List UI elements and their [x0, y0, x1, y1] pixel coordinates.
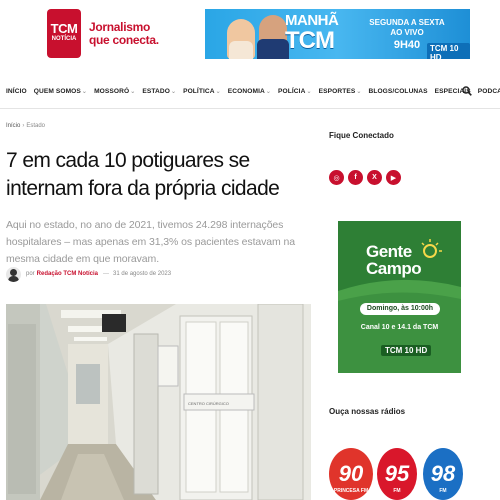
ad-channel: Canal 10 e 14.1 da TCM: [360, 324, 439, 331]
main-nav: INÍCIO QUEM SOMOS⌄ MOSSORÓ⌄ ESTADO⌄ POLÍTICA…: [0, 74, 500, 109]
nav-item-label: POLÍCIA: [278, 87, 306, 95]
nav-item-label: MOSSORÓ: [94, 87, 130, 95]
radio-number: 95: [384, 461, 410, 486]
facebook-icon[interactable]: f: [348, 170, 363, 185]
chevron-down-icon: ⌄: [215, 88, 221, 95]
hospital-corridor-image: CENTRO CIRÚRGICO: [6, 304, 311, 500]
byline-prefix: por: [26, 271, 35, 277]
radio-number: 90: [338, 461, 364, 486]
nav-item-1[interactable]: QUEM SOMOS⌄: [34, 88, 87, 95]
tagline-line-2: que conecta.: [89, 33, 159, 47]
article-subtitle: Aqui no estado, no ano de 2021, tivemos …: [6, 219, 295, 265]
article-date: 31 de agosto de 2023: [113, 271, 172, 277]
meta-separator: —: [103, 271, 110, 277]
chevron-down-icon: ⌄: [265, 88, 272, 95]
nav-item-2[interactable]: MOSSORÓ⌄: [94, 88, 135, 95]
radio-logos: 90 PRINCESA FM 95 FM 98 FM: [329, 448, 500, 500]
nav-item-0[interactable]: INÍCIO: [6, 88, 27, 95]
social-links: ◎ f X ▶: [329, 170, 405, 185]
article-title: 7 em cada 10 potiguares se internam fora…: [6, 149, 280, 200]
nav-item-label: QUEM SOMOS: [33, 87, 81, 95]
nav-item-6[interactable]: POLÍCIA⌄: [278, 88, 312, 95]
search-icon[interactable]: [462, 86, 472, 96]
article-meta: por Redação TCM Notícia — 31 de agosto d…: [6, 265, 171, 283]
nav-item-10[interactable]: PODCASTS: [478, 88, 500, 95]
banner-channel: TCM 10 HD: [427, 43, 470, 59]
nav-items: INÍCIO QUEM SOMOS⌄ MOSSORÓ⌄ ESTADO⌄ POLÍTICA…: [6, 74, 500, 108]
chevron-down-icon: ⌄: [356, 88, 362, 95]
banner-hosts-image: [227, 15, 289, 59]
nav-item-3[interactable]: ESTADO⌄: [142, 88, 176, 95]
nav-item-label: BLOGS/COLUNAS: [368, 87, 428, 95]
breadcrumb-current[interactable]: Estado: [26, 123, 45, 129]
header-banner-ad[interactable]: MANHÃ TCM SEGUNDA A SEXTA AO VIVO 9H40 T…: [205, 9, 470, 59]
nav-item-7[interactable]: ESPORTES⌄: [319, 88, 362, 95]
banner-live: AO VIVO: [390, 28, 424, 37]
sidebar-radios-title: Ouça nossas rádios: [329, 407, 406, 416]
nav-item-label: ESPORTES: [318, 87, 356, 95]
ad-title-line-2: Campo: [366, 259, 422, 278]
x-icon[interactable]: X: [367, 170, 382, 185]
youtube-icon[interactable]: ▶: [386, 170, 401, 185]
breadcrumb-separator: ›: [22, 123, 25, 129]
radio-name: PRINCESA FM: [333, 488, 369, 494]
nav-item-8[interactable]: BLOGS/COLUNAS: [368, 88, 427, 95]
nav-item-label: PODCASTS: [477, 87, 500, 95]
radio-logo-2[interactable]: 98 FM: [423, 448, 463, 500]
nav-item-label: ESTADO: [142, 87, 170, 95]
sidebar-ad-gente-campo[interactable]: Gente Campo Domingo, às 10:00h Canal 10 …: [338, 221, 461, 373]
logo-main: TCM: [50, 21, 78, 36]
radio-name: FM: [439, 488, 447, 494]
breadcrumb-home[interactable]: Início: [6, 123, 20, 129]
ad-title-line-1: Gente: [366, 242, 412, 261]
radio-name: FM: [393, 488, 401, 494]
chevron-down-icon: ⌄: [170, 88, 177, 95]
nav-item-5[interactable]: ECONOMIA⌄: [228, 88, 271, 95]
logo-sub: NOTÍCIA: [51, 36, 77, 42]
nav-item-4[interactable]: POLÍTICA⌄: [183, 88, 221, 95]
instagram-icon[interactable]: ◎: [329, 170, 344, 185]
nav-item-label: ECONOMIA: [227, 87, 265, 95]
site-header: TCM NOTÍCIA Jornalismo que conecta. MANH…: [0, 0, 500, 74]
sidebar-connected-title: Fique Conectado: [329, 131, 394, 140]
chevron-down-icon: ⌄: [306, 88, 312, 95]
hero-sign-text: CENTRO CIRÚRGICO: [188, 401, 229, 406]
radio-logo-0[interactable]: 90 PRINCESA FM: [329, 448, 373, 500]
nav-item-label: INÍCIO: [6, 87, 27, 95]
author-avatar[interactable]: [6, 266, 21, 282]
radio-logo-1[interactable]: 95 FM: [377, 448, 417, 500]
banner-title-top: MANHÃ: [285, 12, 339, 29]
breadcrumb: Início › Estado: [6, 123, 45, 129]
hero-image: CENTRO CIRÚRGICO: [6, 304, 311, 500]
ad-schedule: Domingo, às 10:00h: [360, 303, 440, 315]
ad-hd-badge: TCM 10 HD: [381, 345, 432, 356]
logo-tagline: Jornalismo que conecta.: [89, 21, 169, 47]
radio-number: 98: [430, 461, 456, 486]
banner-schedule-days: SEGUNDA A SEXTA: [369, 18, 445, 27]
nav-item-label: POLÍTICA: [183, 87, 215, 95]
banner-title-main: TCM: [285, 27, 335, 54]
author-link[interactable]: Redação TCM Notícia: [37, 271, 98, 277]
logo-badge: TCM NOTÍCIA: [47, 9, 81, 58]
chevron-down-icon: ⌄: [81, 88, 88, 95]
chevron-down-icon: ⌄: [130, 88, 136, 95]
site-logo[interactable]: TCM NOTÍCIA Jornalismo que conecta.: [47, 9, 159, 58]
